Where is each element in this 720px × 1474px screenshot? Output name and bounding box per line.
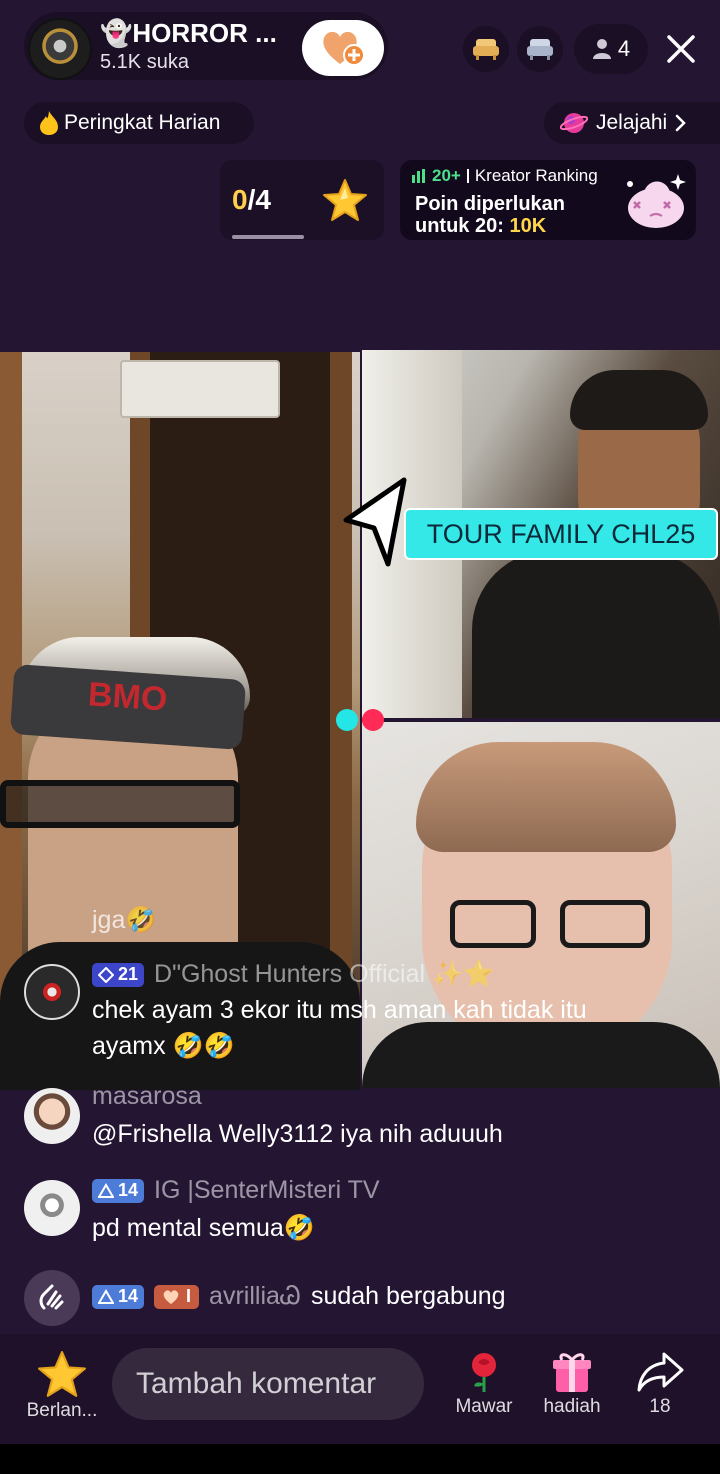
person-icon xyxy=(592,39,611,59)
guest-2-hair xyxy=(416,742,676,852)
chevron-right-icon xyxy=(675,114,686,132)
points-needed-line1: Poin diperlukan xyxy=(415,193,566,215)
follow-button[interactable] xyxy=(302,20,384,76)
chat-message-header: 21 D"Ghost Hunters Official ✨⭐ xyxy=(92,960,494,989)
heart-icon xyxy=(163,1289,179,1304)
level-badge: 14 xyxy=(92,1284,145,1309)
creator-ranking-title: Kreator Ranking xyxy=(474,166,598,185)
level-badge: 14 xyxy=(92,1178,145,1203)
guest-2-glasses-right xyxy=(560,900,650,948)
explore-pill[interactable]: Jelajahi xyxy=(544,102,720,144)
rose-icon xyxy=(472,1353,496,1392)
share-arrow-icon xyxy=(637,1352,684,1392)
join-notice: 14 I avrilliaᏊ sudah bergabung xyxy=(92,1282,506,1311)
lucky-star-label: Berlan... xyxy=(26,1400,98,1421)
viewer-count-label: 4 xyxy=(617,36,631,61)
host-name[interactable]: 👻HORROR ... xyxy=(100,18,277,49)
guest-1-shirt xyxy=(472,550,720,718)
share-count: 18 xyxy=(649,1396,671,1417)
gift-label: hadiah xyxy=(543,1396,601,1417)
goal-counter: 0/4 xyxy=(232,184,271,215)
air-conditioner xyxy=(120,360,280,418)
chat-message-text: chek ayam 3 ekor itu msh aman kah tidak … xyxy=(92,996,587,1024)
battle-dot-cyan xyxy=(336,709,358,731)
creator-ranking-header: 20+ Kreator Ranking xyxy=(412,166,598,186)
sunglasses xyxy=(0,780,240,828)
sofa-gold-icon xyxy=(473,39,499,60)
heart-plus-icon xyxy=(323,31,365,66)
daily-ranking-label: Peringkat Harian xyxy=(64,111,221,134)
headband-logo: BMO xyxy=(86,675,169,719)
chat-username[interactable]: D"Ghost Hunters Official ✨⭐ xyxy=(154,960,494,989)
video-feed-guest-2[interactable] xyxy=(362,722,720,1088)
battle-dot-red xyxy=(362,709,384,731)
guest-1-hair xyxy=(570,370,708,430)
diamond-icon xyxy=(98,966,114,983)
triangle-icon xyxy=(98,1182,114,1198)
joined-username[interactable]: avrilliaᏊ xyxy=(209,1282,301,1311)
fan-badge: I xyxy=(154,1284,200,1309)
host-avatar[interactable] xyxy=(28,18,92,80)
silver-sofa-button[interactable] xyxy=(517,26,563,72)
creator-rank-number: 20+ xyxy=(432,166,461,185)
fire-icon xyxy=(40,111,58,135)
daily-ranking-pill[interactable]: Peringkat Harian xyxy=(24,102,254,144)
cursor-pointer-icon xyxy=(338,476,414,573)
comment-input[interactable]: Tambah komentar xyxy=(112,1348,424,1420)
mascot-icon xyxy=(622,168,692,235)
close-button[interactable] xyxy=(656,24,706,74)
chat-username[interactable]: IG |SenterMisteri TV xyxy=(154,1176,380,1205)
viewer-count[interactable]: 4 xyxy=(574,24,648,74)
goal-progress-bar xyxy=(232,235,304,239)
chat-message-header: 14 IG |SenterMisteri TV xyxy=(92,1176,380,1205)
tour-family-tag[interactable]: TOUR FAMILY CHL25 xyxy=(404,508,718,560)
joined-action: sudah bergabung xyxy=(310,1282,506,1310)
chat-partial-line: jga🤣 xyxy=(92,906,157,934)
share-button[interactable]: 18 xyxy=(622,1350,698,1418)
star-icon xyxy=(37,1351,86,1397)
explore-label: Jelajahi xyxy=(596,111,668,134)
sofa-silver-icon xyxy=(527,39,553,60)
chat-avatar[interactable] xyxy=(24,964,80,1020)
rose-gift-button[interactable]: Mawar xyxy=(446,1350,522,1418)
star-icon xyxy=(322,178,368,227)
chat-avatar[interactable] xyxy=(24,1088,80,1144)
gift-button[interactable]: hadiah xyxy=(534,1350,610,1418)
close-icon xyxy=(667,35,695,63)
triangle-icon xyxy=(98,1288,114,1304)
points-needed-line2: untuk 20: 10K xyxy=(415,215,547,237)
chat-username[interactable]: masarosa xyxy=(92,1082,202,1111)
planet-icon xyxy=(560,113,588,133)
chat-message-text: pd mental semua🤣 xyxy=(92,1214,315,1242)
system-nav-bar xyxy=(0,1444,720,1474)
level-badge: 21 xyxy=(92,962,145,987)
separator xyxy=(466,169,469,183)
chat-avatar[interactable] xyxy=(24,1180,80,1236)
waving-hand-icon xyxy=(39,1284,64,1310)
guest-2-shirt xyxy=(362,1022,720,1088)
signal-bars-icon xyxy=(412,169,425,183)
gift-box-icon xyxy=(553,1353,591,1392)
host-likes: 5.1K suka xyxy=(100,51,189,73)
chat-message-text: @Frishella Welly3112 iya nih aduuuh xyxy=(92,1120,503,1148)
chat-message-text: ayamx 🤣🤣 xyxy=(92,1032,235,1060)
lucky-star-button[interactable]: Berlan... xyxy=(20,1350,104,1422)
gold-sofa-button[interactable] xyxy=(463,26,509,72)
guest-2-glasses-left xyxy=(450,900,536,948)
rose-label: Mawar xyxy=(455,1396,513,1417)
wave-avatar xyxy=(24,1270,80,1326)
